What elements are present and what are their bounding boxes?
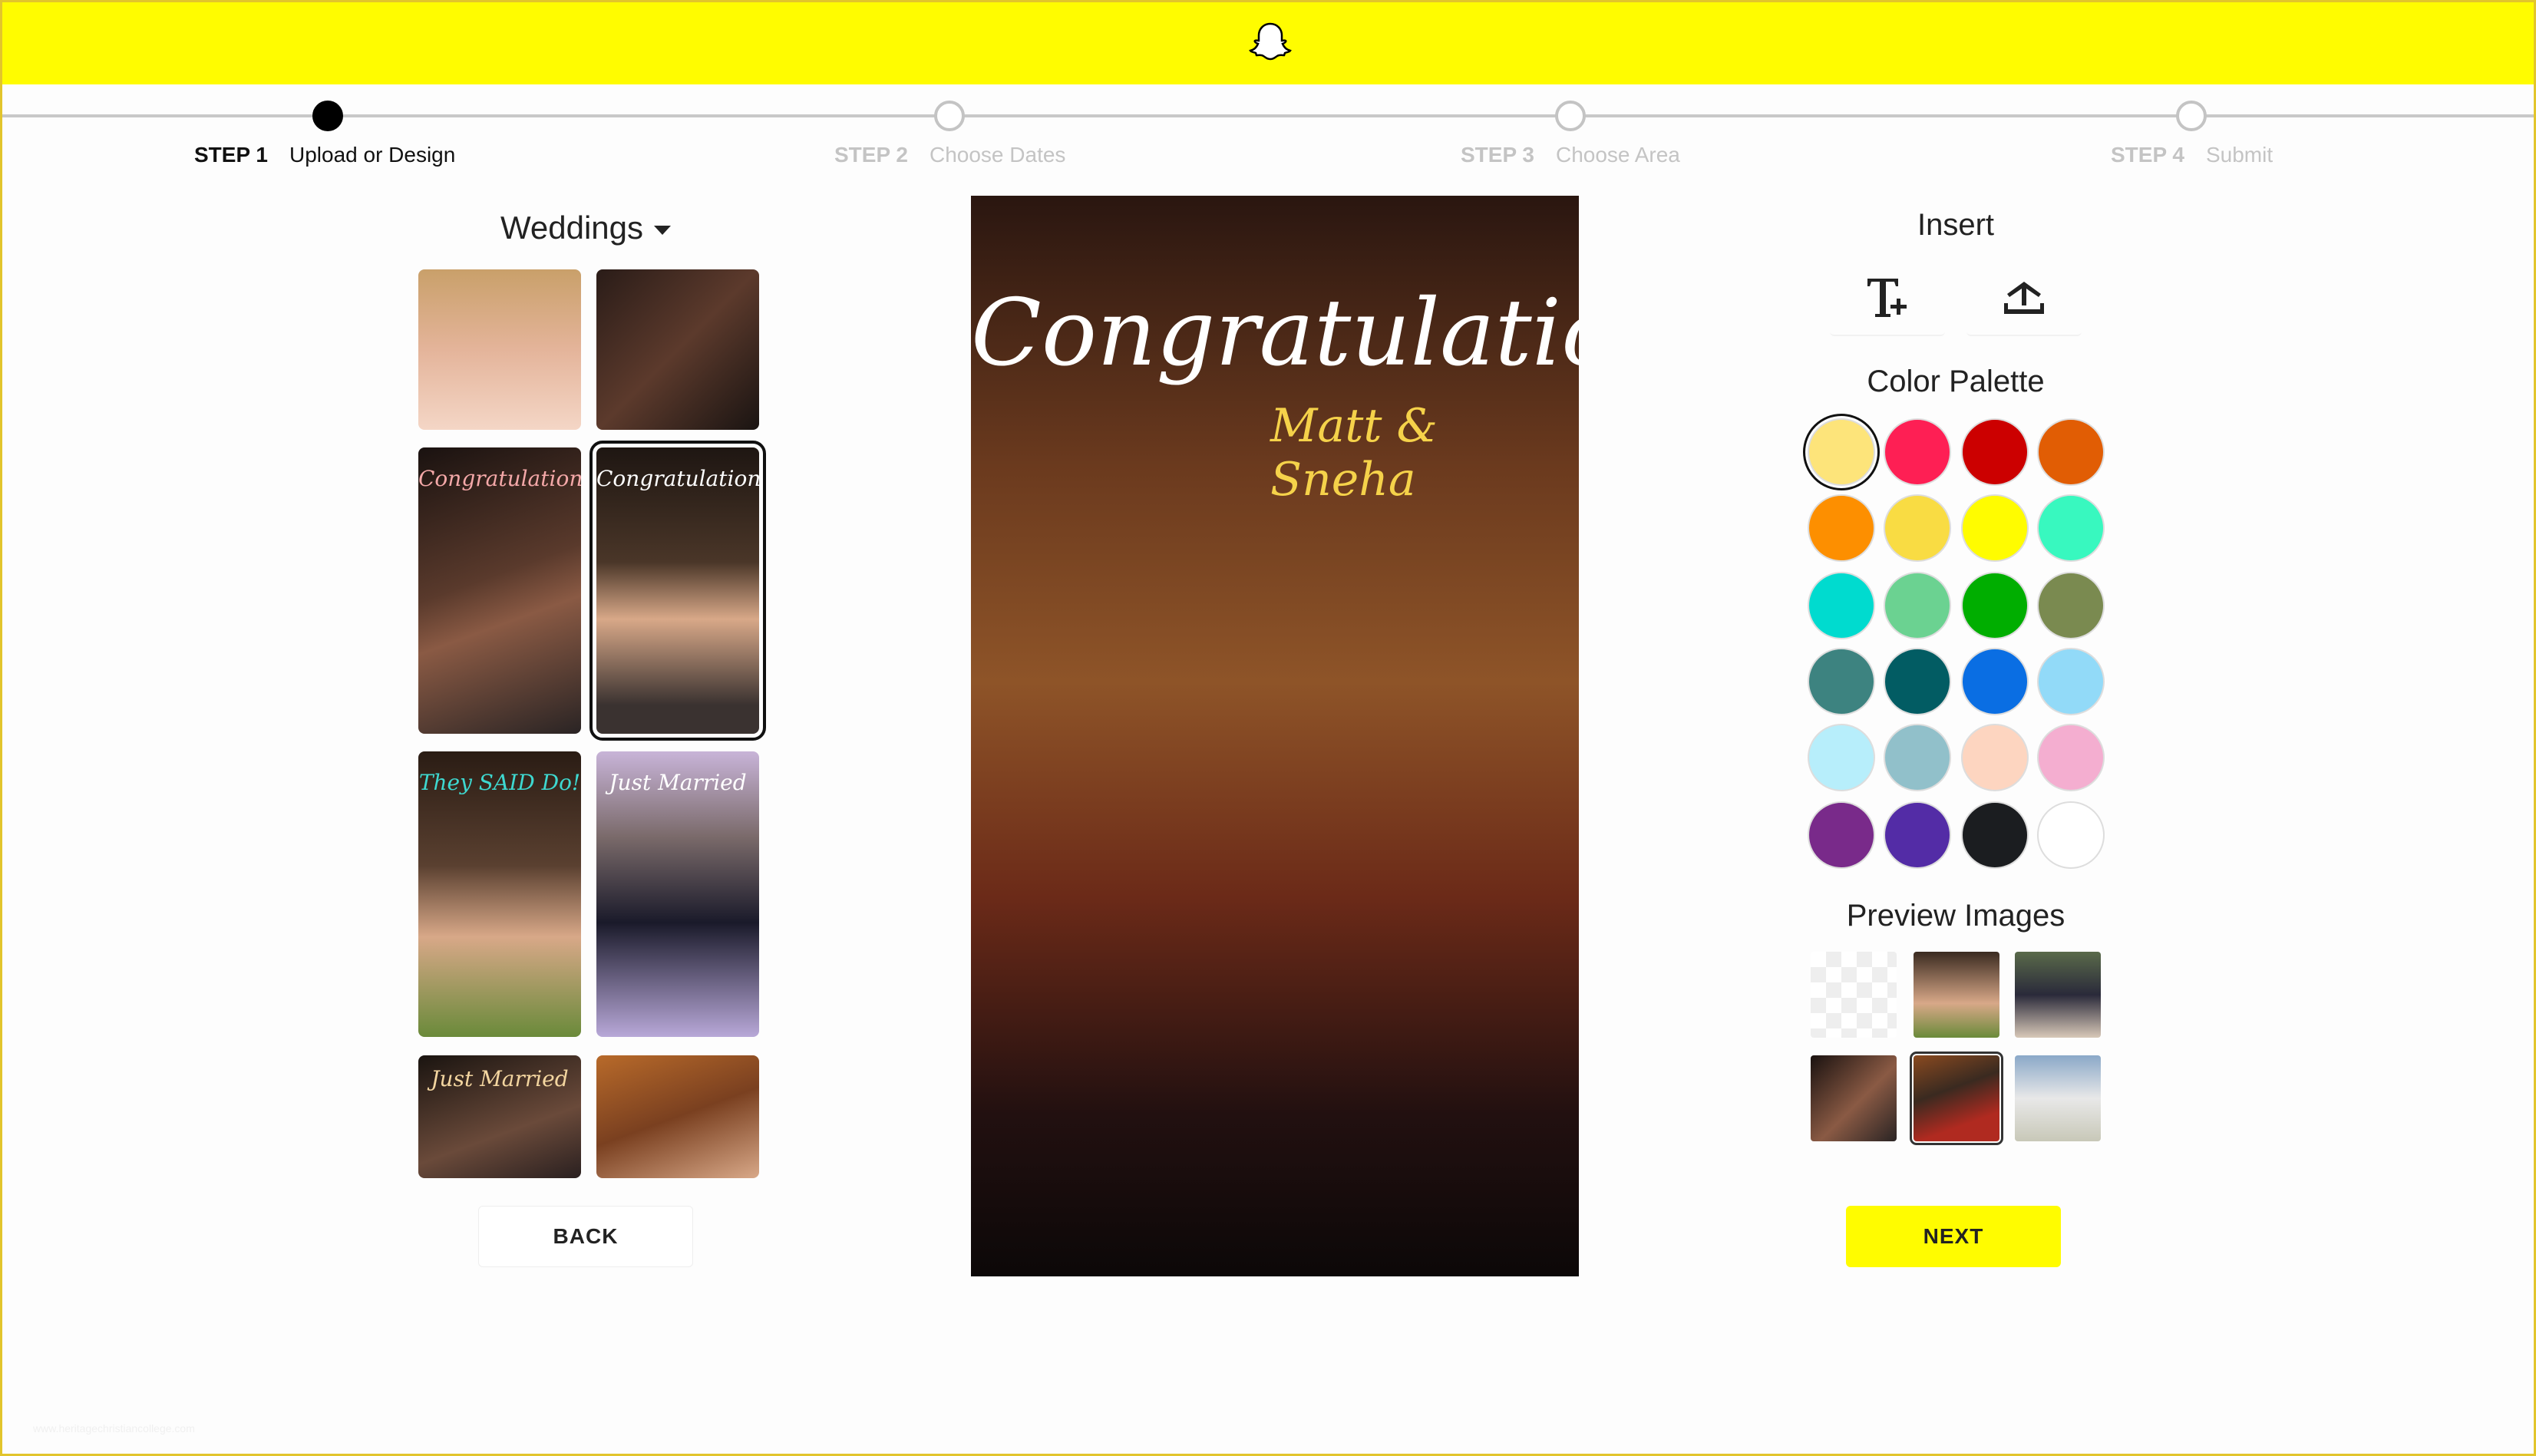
category-label: Weddings	[500, 210, 643, 246]
preview-image[interactable]	[1914, 952, 1999, 1038]
template-thumb[interactable]	[418, 269, 581, 430]
step-4-dot[interactable]	[2176, 101, 2207, 131]
template-thumb[interactable]: Just Married	[418, 1055, 581, 1178]
caret-down-icon	[654, 225, 671, 235]
color-swatch[interactable]	[1884, 418, 1951, 486]
step-number: STEP 4	[2111, 143, 2184, 167]
color-swatch[interactable]	[1884, 494, 1951, 562]
template-thumb[interactable]: Congratulations	[418, 447, 581, 734]
text-add-icon	[1867, 279, 1907, 317]
step-1[interactable]: STEP 1 Upload or Design	[194, 143, 455, 167]
template-thumb[interactable]	[596, 1055, 759, 1178]
category-dropdown[interactable]: Weddings	[432, 210, 739, 246]
color-swatch[interactable]	[2037, 494, 2105, 562]
preview-images-title: Preview Images	[1846, 899, 2065, 933]
preview-image[interactable]	[1811, 1055, 1897, 1141]
color-swatch[interactable]	[1808, 801, 1875, 869]
color-swatch[interactable]	[1808, 648, 1875, 715]
step-2[interactable]: STEP 2 Choose Dates	[834, 143, 1065, 167]
color-swatch[interactable]	[2037, 801, 2105, 869]
step-3-dot[interactable]	[1555, 101, 1586, 131]
insert-text-button[interactable]	[1830, 259, 1945, 336]
color-swatch[interactable]	[1961, 494, 2029, 562]
color-swatch[interactable]	[1961, 648, 2029, 715]
thumb-title: Just Married	[431, 1066, 569, 1091]
color-swatch[interactable]	[2037, 724, 2105, 791]
color-swatch[interactable]	[1808, 494, 1875, 562]
thumb-title: Just Married	[609, 770, 747, 795]
color-swatch[interactable]	[1961, 572, 2029, 639]
color-swatch[interactable]	[1884, 801, 1951, 869]
thumb-title: Congratulations	[418, 466, 581, 491]
step-label: Choose Dates	[929, 143, 1066, 167]
preview-title: Congratulations	[971, 280, 1579, 387]
template-thumb-selected[interactable]: Congratulations	[589, 441, 766, 741]
step-number: STEP 3	[1461, 143, 1534, 167]
next-button[interactable]: NEXT	[1846, 1206, 2061, 1267]
color-palette-title: Color Palette	[1867, 365, 2045, 398]
color-swatch[interactable]	[1884, 724, 1951, 791]
upload-icon	[2004, 282, 2044, 314]
step-number: STEP 1	[194, 143, 268, 167]
step-2-dot[interactable]	[934, 101, 965, 131]
snapchat-ghost-icon	[1249, 22, 1292, 61]
step-number: STEP 2	[834, 143, 908, 167]
step-label: Submit	[2205, 143, 2273, 167]
preview-image[interactable]	[2015, 952, 2101, 1038]
watermark: www.heritagechristiancollege.com	[33, 1422, 195, 1435]
color-swatch[interactable]	[1961, 418, 2029, 486]
color-swatch[interactable]	[1884, 648, 1951, 715]
geofilter-preview: Congratulations Matt & Sneha	[971, 196, 1579, 1276]
color-swatch[interactable]	[1808, 572, 1875, 639]
color-swatch[interactable]	[2037, 418, 2105, 486]
preview-image-transparent[interactable]	[1811, 952, 1897, 1038]
color-swatch[interactable]	[1961, 724, 2029, 791]
template-thumb[interactable]	[596, 269, 759, 430]
step-label: Choose Area	[1555, 143, 1680, 167]
preview-subtitle: Matt & Sneha	[1270, 399, 1438, 507]
upload-image-button[interactable]	[1966, 259, 2082, 336]
step-4[interactable]: STEP 4 Submit	[2111, 143, 2273, 167]
color-swatch[interactable]	[1884, 572, 1951, 639]
step-1-dot[interactable]	[312, 101, 343, 131]
step-label: Upload or Design	[289, 143, 456, 167]
preview-image-selected[interactable]	[1910, 1052, 2003, 1145]
template-thumb[interactable]: Just Married	[596, 751, 759, 1037]
color-swatch[interactable]	[1803, 414, 1880, 490]
thumb-title: They SAID Do!	[418, 770, 581, 795]
preview-image[interactable]	[2015, 1055, 2101, 1141]
color-swatch[interactable]	[2037, 648, 2105, 715]
color-swatch[interactable]	[2037, 572, 2105, 639]
back-button[interactable]: BACK	[478, 1206, 693, 1267]
progress-track	[2, 114, 2534, 117]
color-swatch[interactable]	[1961, 801, 2029, 869]
thumb-title: Congratulations	[596, 466, 759, 491]
color-swatch[interactable]	[1808, 724, 1875, 791]
template-thumb[interactable]: They SAID Do!	[418, 751, 581, 1037]
insert-title: Insert	[1917, 208, 1995, 242]
step-3[interactable]: STEP 3 Choose Area	[1461, 143, 1680, 167]
